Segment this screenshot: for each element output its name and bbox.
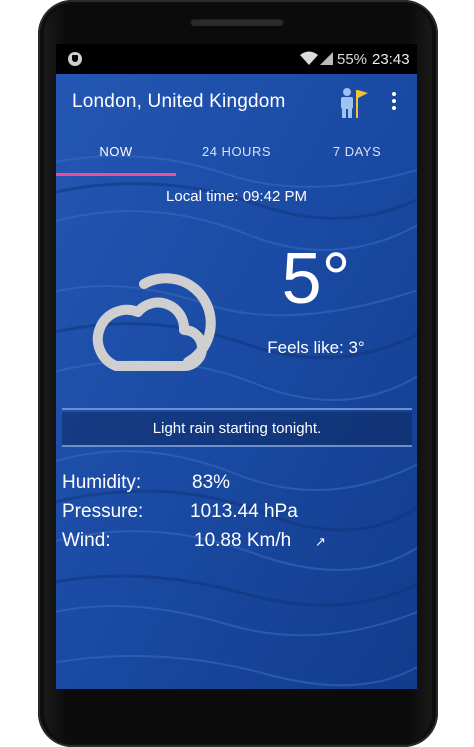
tab-24-hours[interactable]: 24 HOURS: [176, 128, 297, 176]
pressure-label: Pressure:: [62, 501, 144, 522]
status-time: 23:43: [372, 51, 410, 68]
phone-speaker: [190, 18, 284, 26]
status-bar: 55% 23:43: [56, 44, 417, 74]
north-east-arrow-icon: ↗: [315, 534, 326, 549]
weather-summary: Light rain starting tonight.: [152, 420, 322, 437]
pressure-value: 1013.44 hPa: [190, 501, 298, 522]
humidity-value: 83%: [192, 472, 231, 493]
location-title[interactable]: London, United Kingdom: [72, 91, 286, 113]
tab-now[interactable]: NOW: [56, 128, 176, 176]
signal-icon: [320, 52, 333, 65]
feels-like: Feels like: 3°: [267, 338, 365, 357]
humidity-label: Humidity:: [62, 472, 142, 493]
wind-value: 10.88 Km/h: [194, 530, 292, 551]
tab-bar: NOW 24 HOURS 7 DAYS: [56, 128, 417, 176]
shield-icon: [68, 52, 82, 66]
app-screen: 55% 23:43 London, United Kingdom NOW 24 …: [56, 44, 417, 689]
app-bar: London, United Kingdom: [56, 74, 417, 128]
partly-cloudy-night-icon: [92, 273, 216, 371]
wifi-icon: [300, 51, 318, 65]
summary-divider-bottom: [62, 445, 412, 447]
wind-label: Wind:: [62, 530, 111, 551]
tab-indicator: [56, 173, 176, 176]
temperature: 5°: [281, 239, 351, 319]
person-flag-icon[interactable]: [336, 86, 370, 120]
battery-percent: 55%: [337, 51, 368, 68]
tab-7-days[interactable]: 7 DAYS: [297, 128, 417, 176]
overflow-menu-icon[interactable]: [386, 90, 402, 112]
summary-divider-top: [62, 408, 412, 410]
local-time: Local time: 09:42 PM: [166, 188, 307, 205]
